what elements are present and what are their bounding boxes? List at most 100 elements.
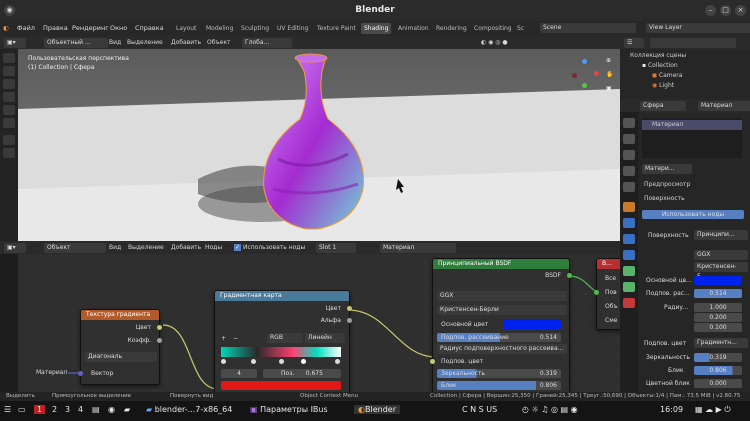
task-blender[interactable]: ◐Blender [354,405,400,414]
scale-tool-icon[interactable] [3,105,15,115]
output-tab-icon[interactable] [623,150,635,160]
annotate-tool-icon[interactable] [3,135,15,145]
select-tool-icon[interactable] [3,53,15,63]
tab-layout[interactable]: Layout [173,23,199,34]
bsdf-specular-field[interactable]: Зеркальность 0.319 [437,369,561,378]
physics-tab-icon[interactable] [623,250,635,260]
maximize-button[interactable]: □ [720,5,731,16]
camera-view-icon[interactable]: ▣ [606,85,612,92]
gradient-color-socket[interactable] [157,325,162,330]
material-slot-item[interactable]: Материал [642,120,742,130]
menu-render[interactable]: Рендеринг [72,24,109,32]
radius-y-field[interactable]: 0.200 [694,313,742,322]
base-color-swatch[interactable] [694,276,742,285]
tab-uv-editing[interactable]: UV Editing [274,23,311,34]
outliner-search[interactable] [650,38,736,48]
node-menu-view[interactable]: Вид [106,243,124,253]
node-editor-type-icon[interactable]: ▣▾ [4,243,26,253]
gradient-texture-node[interactable]: Текстура градиента Цвет Коэфф. Диагональ… [78,309,162,385]
task-ibus-settings[interactable]: ▣ Параметры IBus [250,405,328,414]
move-tool-icon[interactable] [3,79,15,89]
workspace-3[interactable]: 3 [65,405,70,414]
menu-object[interactable]: Объект [204,38,233,48]
scene-selector[interactable]: Scene [540,23,636,33]
rotate-tool-icon[interactable] [3,92,15,102]
gradient-fac-socket[interactable] [157,338,162,343]
minimize-button[interactable]: – [705,5,716,16]
node-menu-node[interactable]: Ноды [202,243,225,253]
tab-scripting[interactable]: Sc [514,23,527,34]
outliner-item-camera[interactable]: ◼ Camera [620,71,750,81]
zoom-icon[interactable]: ⊕ [606,57,611,64]
bsdf-base-color-swatch[interactable] [503,320,561,329]
world-tab-icon[interactable] [623,182,635,192]
menu-help[interactable]: Справка [135,24,164,32]
bsdf-sss-method-dropdown[interactable]: Кристенсен-Берли [437,305,567,315]
menu-add[interactable]: Добавить [168,38,204,48]
ramp-add-button[interactable]: + [221,335,226,342]
subsurface-color-link[interactable]: Градиентн... [694,338,748,348]
tab-texture-paint[interactable]: Texture Paint [314,23,359,34]
slot-dropdown[interactable]: Slot 1 [316,243,356,253]
tray-right-icons[interactable]: ▦ ☁ ▶ ⏻ [695,405,731,415]
node-editor[interactable]: Текстура градиента Цвет Коэфф. Диагональ… [18,254,620,392]
folder-icon[interactable]: ▰ [124,405,130,414]
render-tab-icon[interactable] [623,134,635,144]
radius-x-field[interactable]: 1.000 [694,303,742,312]
bsdf-output-socket[interactable] [567,273,572,278]
pan-icon[interactable]: ✋ [606,71,613,78]
node-menu-add[interactable]: Добавить [168,243,204,253]
output-surface-socket[interactable] [594,290,599,295]
bsdf-sss-color-socket[interactable] [430,359,435,364]
particles-tab-icon[interactable] [623,234,635,244]
viewport-shading-icons[interactable]: ◐ ◉ ◎ ● [478,38,511,48]
bsdf-glare-field[interactable]: Блик 0.806 [437,381,561,390]
cursor-tool-icon[interactable] [3,66,15,76]
mode-dropdown[interactable]: Объектный ... [44,38,108,48]
outliner-item-light[interactable]: ◉ Light [620,81,750,91]
constraints-tab-icon[interactable] [623,266,635,276]
use-nodes-checkbox[interactable]: ✓ Использовать ноды [231,243,308,253]
tab-shading[interactable]: Shading [361,23,392,34]
object-tab-icon[interactable] [623,202,635,212]
tab-rendering[interactable]: Rendering [433,23,470,34]
specular-tint-field[interactable]: 0.000 [694,379,742,388]
sss-method-dropdown[interactable]: Кристенсен-Б... [694,262,748,280]
close-button[interactable]: × [735,5,746,16]
ramp-alpha-socket[interactable] [347,318,352,323]
preview-panel-header[interactable]: Предпросмотр [638,180,750,190]
ramp-stop-position[interactable]: Поз. 0.675 [263,369,341,378]
menu-edit[interactable]: Правка [43,24,68,32]
material-tab-icon[interactable] [623,298,635,308]
material-slots-list[interactable]: Материал [642,118,742,158]
ramp-stop-color[interactable] [221,381,341,390]
navigation-gizmo[interactable] [570,59,600,89]
object-context[interactable]: Сфера [640,101,686,111]
surface-panel-header[interactable]: Поверхность [638,194,750,204]
clock[interactable]: 16:09 [660,405,683,414]
ramp-mode-dropdown[interactable]: RGB [267,333,303,343]
menu-select[interactable]: Выделение [124,38,166,48]
menu-file[interactable]: Файл [17,24,35,32]
bsdf-distribution-dropdown[interactable]: GGX [437,291,567,301]
apps-menu-icon[interactable]: ☰ [4,405,11,414]
surface-shader-dropdown[interactable]: Принципи... [694,230,748,240]
bsdf-sss-radius-field[interactable]: Радиус подповерхностного рассеива... [437,344,567,354]
material-output-node[interactable]: В... Все Пов Объ Сме [594,258,620,330]
gradient-vector-socket[interactable] [78,371,83,376]
scene-tab-icon[interactable] [623,166,635,176]
ramp-color-socket[interactable] [347,306,352,311]
outliner-editor-icon[interactable]: ☰ [624,38,644,48]
workspace-2[interactable]: 2 [52,405,57,414]
specular-field[interactable]: 0.319 [694,353,742,362]
color-ramp-node[interactable]: Градиентная карта Цвет Альфа + − RGB Лин… [214,290,352,392]
keyboard-indicator[interactable]: C N S US [462,405,497,414]
ramp-stops[interactable] [221,359,341,365]
3d-viewport[interactable]: Пользовательская перспектива (1) Collect… [18,49,620,241]
glare-field[interactable]: 0.806 [694,366,742,375]
node-object-dropdown[interactable]: Объект [44,243,106,253]
workspace-1[interactable]: 1 [34,405,46,414]
node-menu-select[interactable]: Выделение [125,243,167,253]
data-tab-icon[interactable] [623,282,635,292]
bsdf-subsurface-field[interactable]: Подпов. рассеивание 0.514 [437,333,561,342]
